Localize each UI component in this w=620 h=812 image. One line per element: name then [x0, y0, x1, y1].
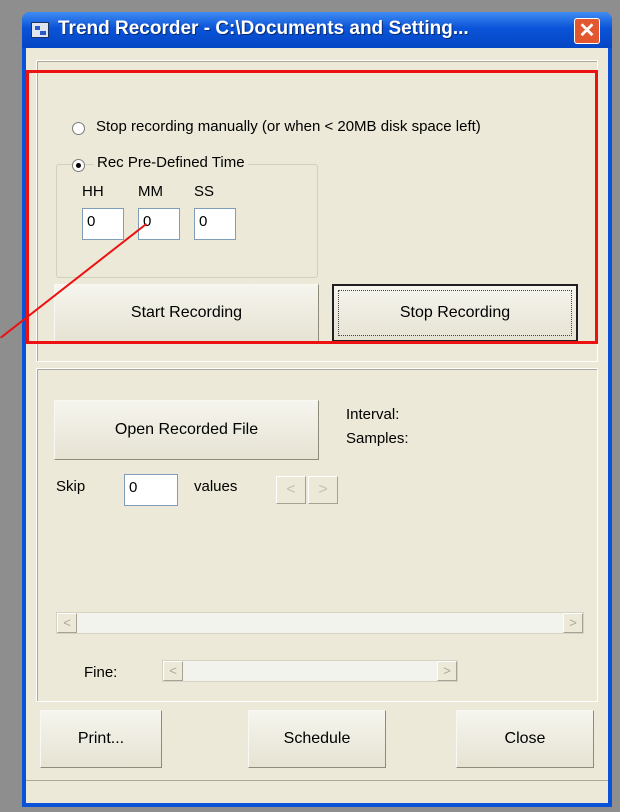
close-label: Close [504, 730, 546, 747]
skip-label: Skip [56, 478, 86, 495]
fine-scroll-right-icon[interactable]: > [437, 661, 457, 681]
print-label: Print... [77, 730, 125, 747]
close-icon: ✕ [578, 20, 596, 42]
fine-scrollbar[interactable]: < > [162, 660, 458, 682]
open-recorded-file-button[interactable]: Open Recorded File [54, 400, 319, 460]
scroll-right-icon[interactable]: > [563, 613, 583, 633]
close-window-button[interactable]: ✕ [574, 18, 600, 44]
schedule-label: Schedule [283, 730, 351, 747]
chevron-right-icon: > [318, 481, 328, 498]
schedule-button[interactable]: Schedule [248, 710, 386, 768]
scroll-left-glyph: < [63, 615, 71, 630]
title-bar[interactable]: Trend Recorder - C:\Documents and Settin… [22, 12, 612, 48]
prev-values-button[interactable]: < [276, 476, 306, 504]
fine-scroll-right-glyph: > [443, 663, 451, 678]
highlight-box [26, 70, 598, 344]
next-values-button[interactable]: > [308, 476, 338, 504]
open-recorded-file-label: Open Recorded File [114, 421, 259, 438]
scroll-left-icon[interactable]: < [57, 613, 77, 633]
scroll-right-glyph: > [569, 615, 577, 630]
coarse-scrollbar[interactable]: < > [56, 612, 584, 634]
fine-scroll-left-icon[interactable]: < [163, 661, 183, 681]
fine-label: Fine: [84, 664, 118, 681]
app-icon [31, 22, 49, 38]
values-label: values [194, 478, 238, 495]
chevron-left-icon: < [286, 481, 296, 498]
print-button[interactable]: Print... [40, 710, 162, 768]
window-title: Trend Recorder - C:\Documents and Settin… [58, 18, 469, 39]
skip-input[interactable]: 0 [124, 474, 178, 506]
samples-label: Samples: [346, 430, 409, 447]
interval-label: Interval: [346, 406, 400, 423]
fine-scroll-left-glyph: < [169, 663, 177, 678]
trend-recorder-window: Trend Recorder - C:\Documents and Settin… [22, 12, 612, 807]
close-dialog-button[interactable]: Close [456, 710, 594, 768]
status-bar [26, 780, 608, 804]
